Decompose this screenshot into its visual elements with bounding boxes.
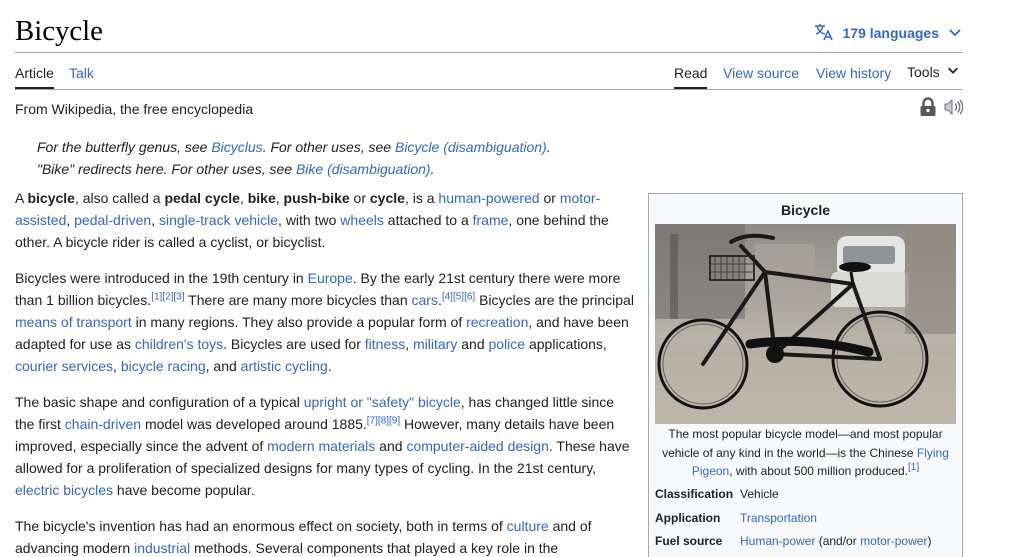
infobox: Bicycle The most popular bicycle model—a…	[648, 193, 963, 557]
link-culture[interactable]: culture	[507, 518, 549, 534]
tools-menu[interactable]: Tools	[907, 54, 960, 89]
link-computer-aided-design[interactable]: computer-aided design	[406, 438, 548, 454]
paragraph-1: A bicycle, also called a pedal cycle, bi…	[15, 190, 609, 250]
link-human-powered[interactable]: human-powered	[438, 190, 539, 206]
link-fitness[interactable]: fitness	[365, 336, 405, 352]
link-cars[interactable]: cars	[412, 292, 438, 308]
hatnote-2: "Bike" redirects here. For other uses, s…	[37, 161, 435, 177]
link-military[interactable]: military	[413, 336, 457, 352]
bicycle-photo[interactable]	[655, 224, 956, 424]
tab-view-source[interactable]: View source	[723, 54, 799, 89]
title-row: Bicycle 179 languages	[15, 0, 963, 53]
tools-label: Tools	[907, 63, 940, 80]
link-childrens-toys[interactable]: children's toys	[135, 336, 223, 352]
chevron-down-icon	[946, 53, 960, 91]
page-title: Bicycle	[15, 15, 103, 47]
link-bicycle-disambiguation[interactable]: Bicycle (disambiguation)	[395, 139, 547, 155]
link-modern-materials[interactable]: modern materials	[267, 438, 375, 454]
link-electric-bicycles[interactable]: electric bicycles	[15, 482, 113, 498]
link-bike-disambiguation[interactable]: Bike (disambiguation)	[296, 161, 431, 177]
link-artistic-cycling[interactable]: artistic cycling	[241, 358, 328, 374]
link-single-track-vehicle[interactable]: single-track vehicle	[159, 212, 278, 228]
tab-view-history[interactable]: View history	[816, 54, 891, 89]
link-means-of-transport[interactable]: means of transport	[15, 314, 132, 330]
link-bicyclus[interactable]: Bicyclus	[211, 139, 262, 155]
wiki-page: Bicycle 179 languages Article Talk Read …	[15, 0, 964, 557]
tab-read[interactable]: Read	[674, 54, 708, 89]
link-transportation[interactable]: Transportation	[740, 510, 817, 526]
article-body: A bicycle, also called a pedal cycle, bi…	[15, 187, 637, 557]
infobox-value: Vehicle	[740, 487, 779, 501]
hatnote-1: For the butterfly genus, see Bicyclus. F…	[37, 139, 551, 155]
link-recreation[interactable]: recreation	[466, 314, 528, 330]
paragraph-2: Bicycles were introduced in the 19th cen…	[15, 270, 634, 374]
languages-button[interactable]: 179 languages	[814, 22, 964, 44]
infobox-label: Fuel source	[655, 534, 723, 548]
citation-infobox-1[interactable]: [1]	[908, 462, 919, 473]
infobox-title: Bicycle	[780, 202, 831, 218]
infobox-label: Classification	[655, 487, 734, 501]
link-motor-power[interactable]: motor-power	[860, 534, 927, 548]
page-tabs: Article Talk Read View source View histo…	[15, 54, 963, 90]
link-industrial[interactable]: industrial	[134, 540, 190, 556]
infobox-label: Application	[655, 511, 721, 525]
speaker-icon[interactable]	[943, 97, 964, 122]
tab-talk[interactable]: Talk	[69, 54, 94, 89]
site-tagline: From Wikipedia, the free encyclopedia	[15, 101, 254, 117]
link-europe[interactable]: Europe	[308, 270, 353, 286]
link-bicycle-racing[interactable]: bicycle racing	[121, 358, 206, 374]
link-chain-driven[interactable]: chain-driven	[65, 416, 141, 432]
citation-7-9[interactable]: [7][8][9]	[367, 415, 400, 426]
translate-icon	[814, 22, 834, 45]
languages-count: 179 languages	[842, 25, 940, 41]
tab-article[interactable]: Article	[15, 54, 54, 89]
infobox-caption: The most popular bicycle model—and most …	[662, 427, 949, 478]
link-safety-bicycle[interactable]: upright or "safety" bicycle	[304, 394, 461, 410]
link-pedal-driven[interactable]: pedal-driven	[74, 212, 151, 228]
link-wheels[interactable]: wheels	[340, 212, 384, 228]
infobox-value: Human-power (and/or motor-power)	[740, 534, 932, 548]
link-frame[interactable]: frame	[473, 212, 509, 228]
chevron-down-icon	[947, 24, 963, 43]
link-human-power[interactable]: Human-power	[740, 534, 815, 548]
link-courier-services[interactable]: courier services	[15, 358, 113, 374]
citation-1-3[interactable]: [1][2][3]	[151, 291, 184, 302]
paragraph-4: The bicycle's invention has had an enorm…	[15, 518, 592, 556]
citation-4-6[interactable]: [4][5][6]	[442, 291, 475, 302]
paragraph-3: The basic shape and configuration of a t…	[15, 394, 630, 498]
page-indicators	[919, 97, 964, 122]
lock-icon[interactable]	[919, 97, 937, 122]
link-police[interactable]: police	[489, 336, 526, 352]
